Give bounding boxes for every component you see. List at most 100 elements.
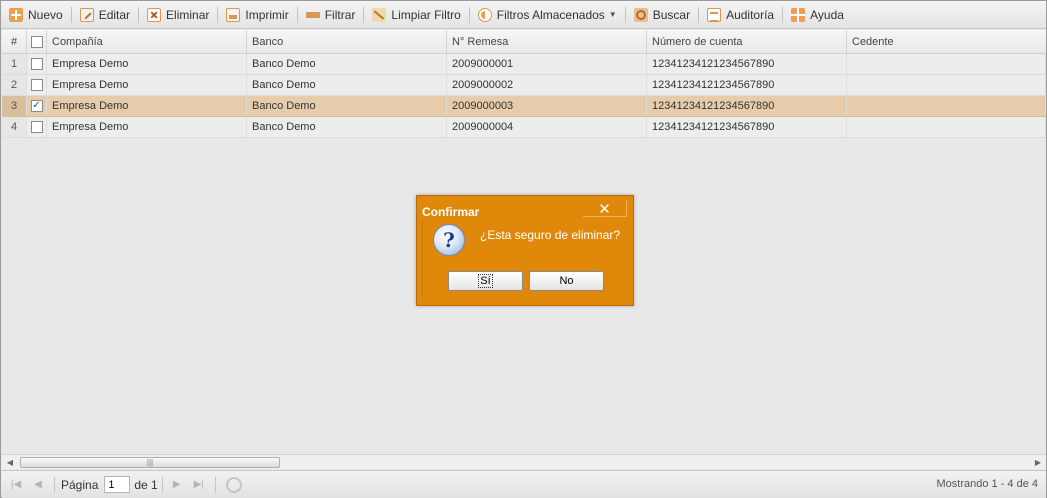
previous-page-icon[interactable]: ◀ <box>30 477 46 493</box>
help-button[interactable]: Ayuda <box>787 4 848 26</box>
row-checkbox-cell[interactable] <box>27 117 47 137</box>
audit-button-label: Auditoría <box>726 7 775 22</box>
toolbar-separator <box>363 6 365 23</box>
main-window: Nuevo Editar Eliminar Imprimir Filtrar L… <box>0 0 1047 498</box>
search-icon <box>633 7 648 22</box>
cell-bank: Banco Demo <box>247 96 447 116</box>
print-button[interactable]: Imprimir <box>222 4 292 26</box>
page-count-label: de 1 <box>134 477 158 492</box>
refresh-icon[interactable] <box>225 476 242 493</box>
delete-button[interactable]: Eliminar <box>143 4 213 26</box>
row-checkbox[interactable] <box>30 121 43 133</box>
print-icon <box>226 7 241 22</box>
page-label: Página <box>61 477 99 492</box>
help-icon <box>791 7 806 22</box>
edit-button[interactable]: Editar <box>76 4 134 26</box>
cell-company: Empresa Demo <box>47 54 247 74</box>
horizontal-scrollbar[interactable]: ◀ ||| ▶ <box>2 454 1046 469</box>
toolbar-separator <box>782 6 784 23</box>
table-row-selected[interactable]: 3 ✓ Empresa Demo Banco Demo 2009000003 1… <box>2 96 1046 117</box>
filter-icon <box>305 8 320 22</box>
next-page-icon[interactable]: ▶ <box>169 477 185 493</box>
edit-icon <box>79 7 94 22</box>
scrollbar-thumb[interactable]: ||| <box>20 457 280 468</box>
column-header-company[interactable]: Compañía <box>47 30 247 53</box>
help-button-label: Ayuda <box>810 7 844 22</box>
delete-button-label: Eliminar <box>166 7 210 22</box>
toolbar-separator <box>468 6 470 23</box>
toolbar-separator <box>296 6 298 23</box>
column-header-cedente[interactable]: Cedente <box>847 30 1046 53</box>
cell-remesa: 2009000003 <box>447 96 647 116</box>
no-button-label: No <box>559 275 574 287</box>
table-row[interactable]: 2 Empresa Demo Banco Demo 2009000002 123… <box>2 75 1046 96</box>
cell-account: 12341234121234567890 <box>647 75 847 95</box>
filter-button[interactable]: Filtrar <box>302 4 360 26</box>
new-button-label: Nuevo <box>28 7 63 22</box>
cell-company: Empresa Demo <box>47 75 247 95</box>
cell-account: 12341234121234567890 <box>647 54 847 74</box>
first-page-icon[interactable]: |◀ <box>8 477 24 493</box>
cell-cedente <box>847 96 1046 116</box>
table-row[interactable]: 1 Empresa Demo Banco Demo 2009000001 123… <box>2 54 1046 75</box>
page-number-input[interactable] <box>104 476 131 493</box>
filter-button-label: Filtrar <box>324 7 356 22</box>
dialog-body: ? ¿Esta seguro de eliminar? Sí No <box>422 220 629 296</box>
stored-filters-button[interactable]: Filtros Almacenados ▼ <box>474 4 621 26</box>
audit-icon <box>707 7 722 22</box>
clear-filter-button[interactable]: Limpiar Filtro <box>368 4 464 26</box>
stored-filters-button-label: Filtros Almacenados <box>496 7 605 22</box>
pager-separator <box>54 476 55 493</box>
last-page-icon[interactable]: ▶| <box>191 477 207 493</box>
row-checkbox-checked[interactable]: ✓ <box>30 100 43 112</box>
cell-account: 12341234121234567890 <box>647 117 847 137</box>
cell-company: Empresa Demo <box>47 117 247 137</box>
toolbar-separator <box>624 6 626 23</box>
yes-button[interactable]: Sí <box>448 271 523 291</box>
new-button[interactable]: Nuevo <box>5 4 67 26</box>
clear-filter-icon <box>372 7 387 22</box>
column-header-number[interactable]: # <box>2 30 27 53</box>
column-header-remesa[interactable]: N° Remesa <box>447 30 647 53</box>
select-all-checkbox-cell[interactable] <box>27 30 47 53</box>
dropdown-arrow-icon[interactable]: ▼ <box>609 10 617 19</box>
data-grid: # Compañía Banco N° Remesa Número de cue… <box>2 30 1046 138</box>
audit-button[interactable]: Auditoría <box>703 4 778 26</box>
print-button-label: Imprimir <box>245 7 289 22</box>
delete-icon <box>147 7 162 22</box>
grid-header: # Compañía Banco N° Remesa Número de cue… <box>2 30 1046 54</box>
yes-button-label: Sí <box>478 274 493 288</box>
row-checkbox-cell[interactable]: ✓ <box>27 96 47 116</box>
plus-icon <box>9 7 23 22</box>
row-number: 2 <box>2 75 27 95</box>
pager-separator <box>161 476 163 493</box>
row-checkbox[interactable] <box>30 79 43 91</box>
table-row[interactable]: 4 Empresa Demo Banco Demo 2009000004 123… <box>2 117 1046 138</box>
cell-remesa: 2009000004 <box>447 117 647 137</box>
paging-info: Mostrando 1 - 4 de 4 <box>936 478 1038 490</box>
question-icon: ? <box>433 224 465 256</box>
dialog-title: Confirmar <box>422 205 480 219</box>
row-number: 3 <box>2 96 27 116</box>
cell-cedente <box>847 75 1046 95</box>
scroll-left-icon[interactable]: ◀ <box>4 457 16 468</box>
confirm-dialog: Confirmar ✕ ? ¿Esta seguro de eliminar? … <box>416 195 634 306</box>
toolbar-separator <box>217 6 219 23</box>
dialog-message: ¿Esta seguro de eliminar? <box>480 228 621 242</box>
row-checkbox-cell[interactable] <box>27 75 47 95</box>
scroll-right-icon[interactable]: ▶ <box>1032 457 1044 468</box>
column-header-account[interactable]: Número de cuenta <box>647 30 847 53</box>
close-icon[interactable]: ✕ <box>583 201 627 218</box>
toolbar: Nuevo Editar Eliminar Imprimir Filtrar L… <box>1 1 1046 29</box>
row-checkbox[interactable] <box>30 58 43 70</box>
column-header-bank[interactable]: Banco <box>247 30 447 53</box>
no-button[interactable]: No <box>529 271 604 291</box>
cell-bank: Banco Demo <box>247 75 447 95</box>
row-checkbox-cell[interactable] <box>27 54 47 74</box>
toolbar-separator <box>138 6 140 23</box>
select-all-checkbox[interactable] <box>30 35 43 48</box>
stored-filters-icon <box>477 7 492 22</box>
search-button[interactable]: Buscar <box>630 4 694 26</box>
edit-button-label: Editar <box>98 7 131 22</box>
cell-remesa: 2009000002 <box>447 75 647 95</box>
